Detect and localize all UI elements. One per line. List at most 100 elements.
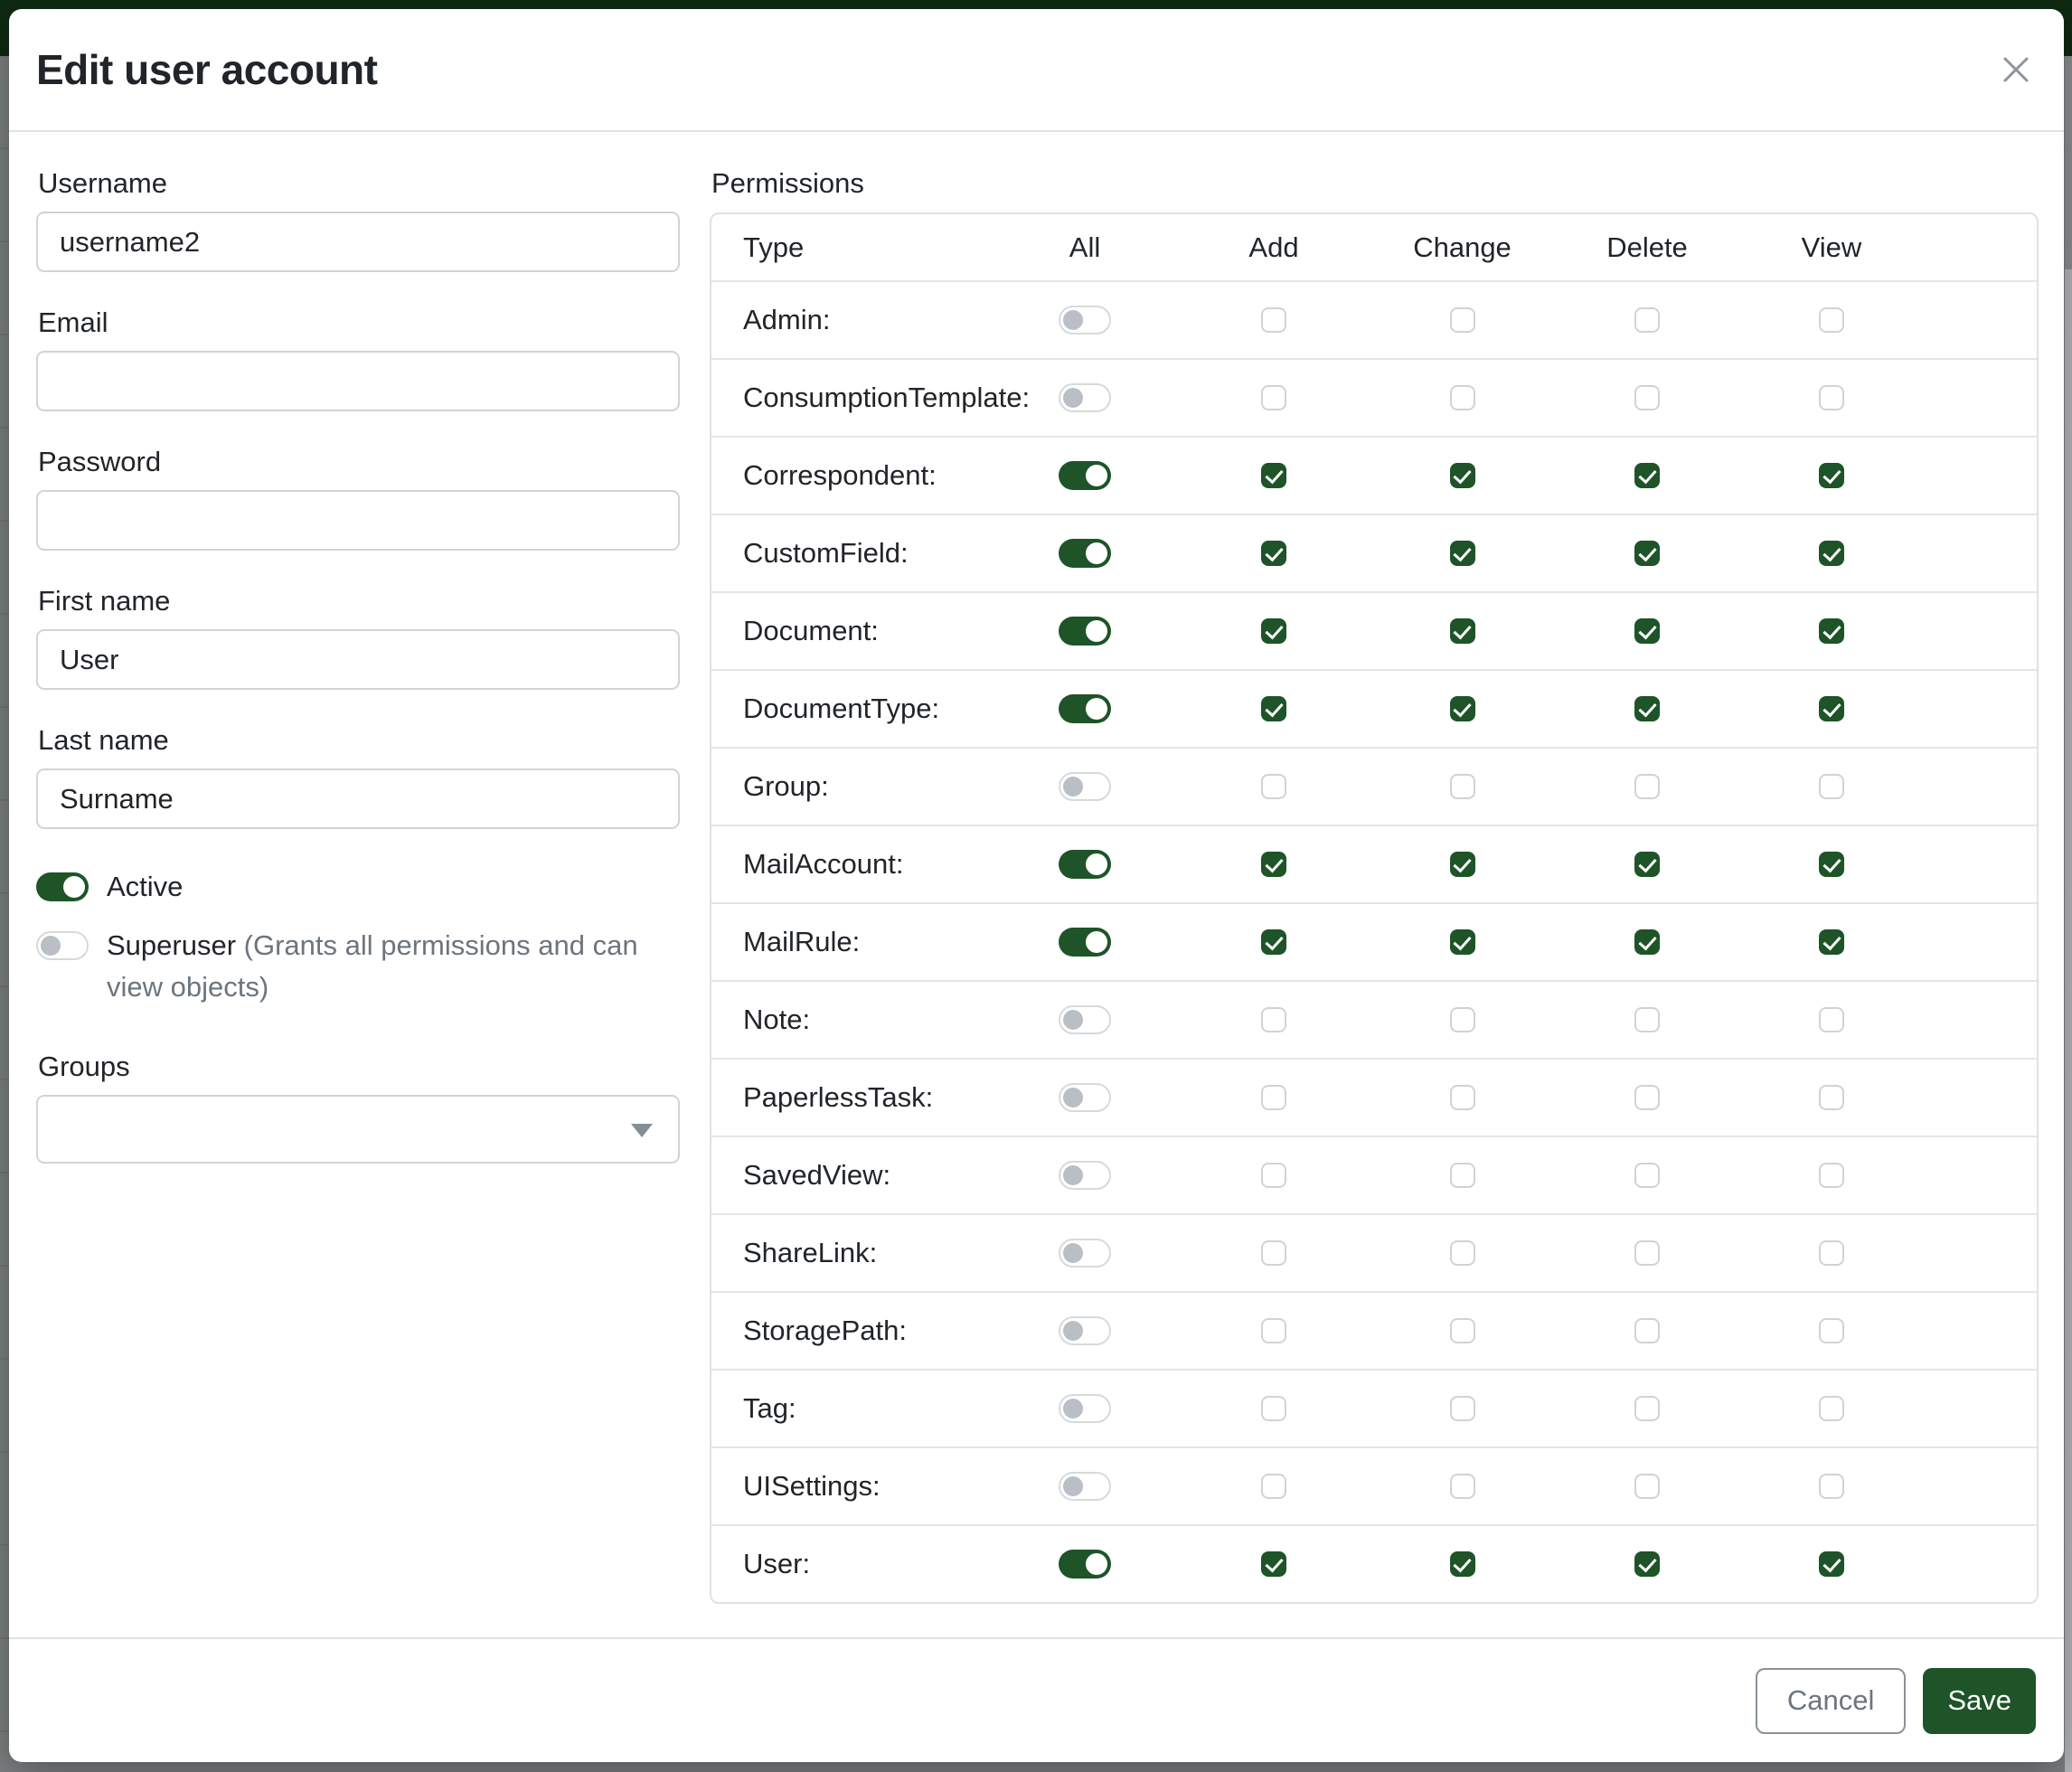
perm-checkbox-delete[interactable] [1634,774,1660,799]
cancel-button[interactable]: Cancel [1756,1668,1907,1734]
page-scrollbar-track[interactable] [2065,56,2072,1772]
perm-checkbox-change[interactable] [1450,1163,1475,1188]
perm-toggle-all[interactable] [1059,1316,1111,1345]
perm-checkbox-change[interactable] [1450,385,1475,410]
perm-checkbox-delete[interactable] [1634,541,1660,566]
perm-toggle-all[interactable] [1059,383,1111,412]
perm-toggle-all[interactable] [1059,928,1111,957]
perm-checkbox-view[interactable] [1819,929,1844,955]
perm-checkbox-delete[interactable] [1634,929,1660,955]
perm-toggle-all[interactable] [1059,461,1111,490]
perm-checkbox-view[interactable] [1819,1163,1844,1188]
perm-checkbox-delete[interactable] [1634,1085,1660,1110]
perm-checkbox-add[interactable] [1261,852,1286,877]
perm-checkbox-change[interactable] [1450,307,1475,333]
perm-checkbox-add[interactable] [1261,1318,1286,1343]
perm-checkbox-add[interactable] [1261,696,1286,721]
perm-toggle-all[interactable] [1059,539,1111,568]
perm-checkbox-add[interactable] [1261,307,1286,333]
perm-checkbox-add[interactable] [1261,1085,1286,1110]
perm-checkbox-add[interactable] [1261,1163,1286,1188]
save-button[interactable]: Save [1923,1668,2036,1734]
perm-checkbox-add[interactable] [1261,1240,1286,1266]
perm-toggle-all[interactable] [1059,1161,1111,1190]
perm-checkbox-add[interactable] [1261,541,1286,566]
first-name-group: First name [36,584,680,690]
perm-checkbox-delete[interactable] [1634,463,1660,488]
perm-checkbox-view[interactable] [1819,463,1844,488]
perm-checkbox-add[interactable] [1261,1474,1286,1499]
perm-checkbox-view[interactable] [1819,852,1844,877]
perm-checkbox-view[interactable] [1819,1474,1844,1499]
first-name-field[interactable] [36,629,680,690]
perm-checkbox-add[interactable] [1261,1007,1286,1032]
perm-checkbox-change[interactable] [1450,929,1475,955]
perm-checkbox-add[interactable] [1261,774,1286,799]
perm-checkbox-change[interactable] [1450,1007,1475,1032]
perm-checkbox-delete[interactable] [1634,1551,1660,1577]
perm-checkbox-add[interactable] [1261,929,1286,955]
perm-toggle-all[interactable] [1059,850,1111,879]
perm-checkbox-delete[interactable] [1634,1474,1660,1499]
perm-checkbox-view[interactable] [1819,774,1844,799]
perm-checkbox-view[interactable] [1819,618,1844,644]
last-name-field[interactable] [36,768,680,829]
perm-toggle-all[interactable] [1059,306,1111,335]
perm-checkbox-change[interactable] [1450,1474,1475,1499]
perm-checkbox-view[interactable] [1819,1085,1844,1110]
perm-toggle-all[interactable] [1059,617,1111,646]
perm-toggle-all[interactable] [1059,1005,1111,1034]
perm-row: Tag: [711,1369,2037,1447]
perm-toggle-all[interactable] [1059,1083,1111,1112]
perm-checkbox-delete[interactable] [1634,1318,1660,1343]
email-field[interactable] [36,351,680,411]
perm-toggle-all[interactable] [1059,1550,1111,1579]
perm-checkbox-view[interactable] [1819,1240,1844,1266]
perm-checkbox-add[interactable] [1261,1551,1286,1577]
perm-checkbox-change[interactable] [1450,1085,1475,1110]
perm-toggle-all[interactable] [1059,772,1111,801]
close-button[interactable] [1990,43,2042,96]
perm-checkbox-view[interactable] [1819,541,1844,566]
perm-checkbox-delete[interactable] [1634,385,1660,410]
perm-checkbox-change[interactable] [1450,541,1475,566]
perm-checkbox-delete[interactable] [1634,1163,1660,1188]
perm-checkbox-delete[interactable] [1634,1240,1660,1266]
groups-select[interactable] [36,1095,680,1164]
perm-checkbox-view[interactable] [1819,1318,1844,1343]
perm-checkbox-delete[interactable] [1634,696,1660,721]
perm-checkbox-change[interactable] [1450,774,1475,799]
perm-toggle-all[interactable] [1059,1472,1111,1501]
perm-checkbox-change[interactable] [1450,852,1475,877]
perm-checkbox-view[interactable] [1819,1396,1844,1421]
perm-checkbox-view[interactable] [1819,1551,1844,1577]
perm-checkbox-delete[interactable] [1634,1396,1660,1421]
page-scrollbar-thumb[interactable] [2065,56,2072,269]
perm-checkbox-delete[interactable] [1634,618,1660,644]
perm-toggle-all[interactable] [1059,1239,1111,1268]
perm-checkbox-change[interactable] [1450,1318,1475,1343]
perm-checkbox-change[interactable] [1450,618,1475,644]
perm-checkbox-delete[interactable] [1634,852,1660,877]
perm-checkbox-delete[interactable] [1634,307,1660,333]
perm-checkbox-add[interactable] [1261,1396,1286,1421]
perm-checkbox-add[interactable] [1261,385,1286,410]
perm-checkbox-change[interactable] [1450,1240,1475,1266]
superuser-toggle[interactable] [36,931,89,960]
perm-checkbox-view[interactable] [1819,696,1844,721]
perm-checkbox-add[interactable] [1261,618,1286,644]
perm-checkbox-change[interactable] [1450,1396,1475,1421]
active-toggle[interactable] [36,872,89,901]
perm-checkbox-delete[interactable] [1634,1007,1660,1032]
perm-checkbox-change[interactable] [1450,463,1475,488]
perm-checkbox-view[interactable] [1819,307,1844,333]
perm-checkbox-view[interactable] [1819,385,1844,410]
username-input[interactable] [36,212,680,272]
perm-toggle-all[interactable] [1059,1394,1111,1423]
perm-checkbox-add[interactable] [1261,463,1286,488]
password-field[interactable] [36,490,680,551]
perm-checkbox-change[interactable] [1450,1551,1475,1577]
perm-checkbox-view[interactable] [1819,1007,1844,1032]
perm-checkbox-change[interactable] [1450,696,1475,721]
perm-toggle-all[interactable] [1059,694,1111,723]
